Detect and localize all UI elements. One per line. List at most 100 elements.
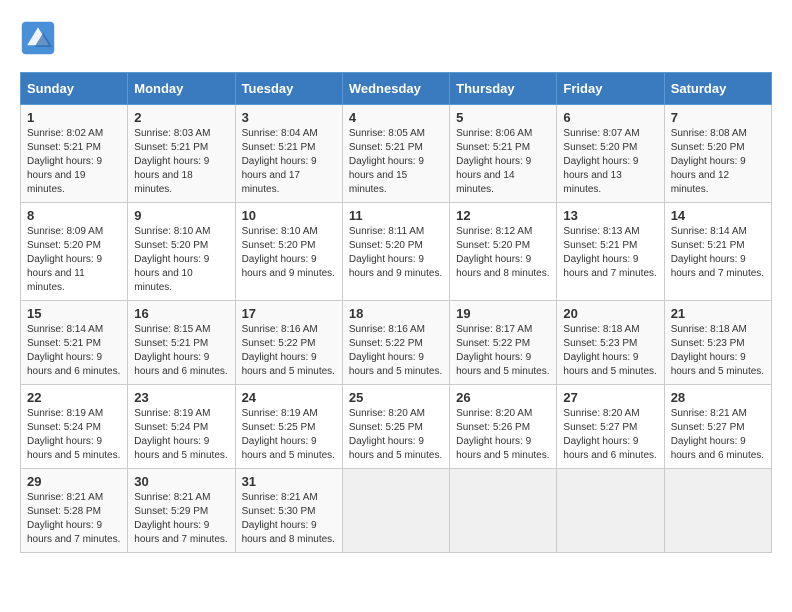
calendar-cell: 5 Sunrise: 8:06 AM Sunset: 5:21 PM Dayli…: [450, 105, 557, 203]
calendar-cell: 21 Sunrise: 8:18 AM Sunset: 5:23 PM Dayl…: [664, 301, 771, 385]
daylight-label: Daylight hours: 9 hours and 5 minutes.: [349, 436, 442, 461]
day-number: 17: [242, 306, 336, 321]
calendar-cell: 11 Sunrise: 8:11 AM Sunset: 5:20 PM Dayl…: [342, 203, 449, 301]
day-info: Sunrise: 8:21 AM Sunset: 5:27 PM Dayligh…: [671, 407, 765, 463]
sunset-label: Sunset: 5:29 PM: [134, 506, 208, 517]
sunrise-label: Sunrise: 8:19 AM: [134, 408, 210, 419]
calendar-cell: 17 Sunrise: 8:16 AM Sunset: 5:22 PM Dayl…: [235, 301, 342, 385]
sunset-label: Sunset: 5:20 PM: [27, 240, 101, 251]
daylight-label: Daylight hours: 9 hours and 5 minutes.: [27, 436, 120, 461]
day-number: 26: [456, 390, 550, 405]
sunset-label: Sunset: 5:20 PM: [671, 142, 745, 153]
calendar-cell: 18 Sunrise: 8:16 AM Sunset: 5:22 PM Dayl…: [342, 301, 449, 385]
calendar-cell: 3 Sunrise: 8:04 AM Sunset: 5:21 PM Dayli…: [235, 105, 342, 203]
calendar-cell: 27 Sunrise: 8:20 AM Sunset: 5:27 PM Dayl…: [557, 385, 664, 469]
day-number: 30: [134, 474, 228, 489]
daylight-label: Daylight hours: 9 hours and 5 minutes.: [671, 352, 764, 377]
sunrise-label: Sunrise: 8:16 AM: [349, 324, 425, 335]
day-number: 29: [27, 474, 121, 489]
header-friday: Friday: [557, 73, 664, 105]
calendar-cell: 4 Sunrise: 8:05 AM Sunset: 5:21 PM Dayli…: [342, 105, 449, 203]
sunset-label: Sunset: 5:20 PM: [563, 142, 637, 153]
daylight-label: Daylight hours: 9 hours and 10 minutes.: [134, 254, 209, 293]
sunset-label: Sunset: 5:20 PM: [349, 240, 423, 251]
day-info: Sunrise: 8:20 AM Sunset: 5:26 PM Dayligh…: [456, 407, 550, 463]
sunrise-label: Sunrise: 8:06 AM: [456, 128, 532, 139]
day-info: Sunrise: 8:07 AM Sunset: 5:20 PM Dayligh…: [563, 127, 657, 197]
daylight-label: Daylight hours: 9 hours and 5 minutes.: [563, 352, 656, 377]
sunrise-label: Sunrise: 8:02 AM: [27, 128, 103, 139]
calendar-cell: 15 Sunrise: 8:14 AM Sunset: 5:21 PM Dayl…: [21, 301, 128, 385]
day-info: Sunrise: 8:04 AM Sunset: 5:21 PM Dayligh…: [242, 127, 336, 197]
logo-icon: [20, 20, 56, 56]
sunset-label: Sunset: 5:30 PM: [242, 506, 316, 517]
day-info: Sunrise: 8:17 AM Sunset: 5:22 PM Dayligh…: [456, 323, 550, 379]
day-info: Sunrise: 8:16 AM Sunset: 5:22 PM Dayligh…: [242, 323, 336, 379]
header-thursday: Thursday: [450, 73, 557, 105]
calendar-body: 1 Sunrise: 8:02 AM Sunset: 5:21 PM Dayli…: [21, 105, 772, 553]
calendar-cell: 9 Sunrise: 8:10 AM Sunset: 5:20 PM Dayli…: [128, 203, 235, 301]
daylight-label: Daylight hours: 9 hours and 7 minutes.: [563, 254, 656, 279]
daylight-label: Daylight hours: 9 hours and 8 minutes.: [242, 520, 335, 545]
sunrise-label: Sunrise: 8:14 AM: [27, 324, 103, 335]
sunrise-label: Sunrise: 8:17 AM: [456, 324, 532, 335]
sunset-label: Sunset: 5:21 PM: [27, 338, 101, 349]
day-number: 27: [563, 390, 657, 405]
day-info: Sunrise: 8:05 AM Sunset: 5:21 PM Dayligh…: [349, 127, 443, 197]
sunrise-label: Sunrise: 8:20 AM: [563, 408, 639, 419]
daylight-label: Daylight hours: 9 hours and 9 minutes.: [242, 254, 335, 279]
day-number: 9: [134, 208, 228, 223]
sunset-label: Sunset: 5:20 PM: [134, 240, 208, 251]
calendar-week-3: 15 Sunrise: 8:14 AM Sunset: 5:21 PM Dayl…: [21, 301, 772, 385]
daylight-label: Daylight hours: 9 hours and 19 minutes.: [27, 156, 102, 195]
calendar-week-5: 29 Sunrise: 8:21 AM Sunset: 5:28 PM Dayl…: [21, 469, 772, 553]
calendar-cell: 26 Sunrise: 8:20 AM Sunset: 5:26 PM Dayl…: [450, 385, 557, 469]
sunrise-label: Sunrise: 8:14 AM: [671, 226, 747, 237]
day-number: 2: [134, 110, 228, 125]
day-info: Sunrise: 8:06 AM Sunset: 5:21 PM Dayligh…: [456, 127, 550, 197]
sunrise-label: Sunrise: 8:05 AM: [349, 128, 425, 139]
day-info: Sunrise: 8:09 AM Sunset: 5:20 PM Dayligh…: [27, 225, 121, 295]
page-header: [20, 20, 772, 56]
day-info: Sunrise: 8:10 AM Sunset: 5:20 PM Dayligh…: [134, 225, 228, 295]
day-number: 7: [671, 110, 765, 125]
daylight-label: Daylight hours: 9 hours and 5 minutes.: [456, 352, 549, 377]
calendar-cell: 10 Sunrise: 8:10 AM Sunset: 5:20 PM Dayl…: [235, 203, 342, 301]
day-info: Sunrise: 8:19 AM Sunset: 5:24 PM Dayligh…: [27, 407, 121, 463]
header-monday: Monday: [128, 73, 235, 105]
sunrise-label: Sunrise: 8:20 AM: [349, 408, 425, 419]
sunset-label: Sunset: 5:21 PM: [671, 240, 745, 251]
sunset-label: Sunset: 5:21 PM: [563, 240, 637, 251]
header-sunday: Sunday: [21, 73, 128, 105]
day-number: 24: [242, 390, 336, 405]
sunrise-label: Sunrise: 8:09 AM: [27, 226, 103, 237]
sunrise-label: Sunrise: 8:12 AM: [456, 226, 532, 237]
day-number: 15: [27, 306, 121, 321]
sunset-label: Sunset: 5:27 PM: [671, 422, 745, 433]
calendar-cell: 7 Sunrise: 8:08 AM Sunset: 5:20 PM Dayli…: [664, 105, 771, 203]
daylight-label: Daylight hours: 9 hours and 6 minutes.: [27, 352, 120, 377]
calendar-cell: [664, 469, 771, 553]
day-number: 23: [134, 390, 228, 405]
daylight-label: Daylight hours: 9 hours and 11 minutes.: [27, 254, 102, 293]
calendar-table: Sunday Monday Tuesday Wednesday Thursday…: [20, 72, 772, 553]
daylight-label: Daylight hours: 9 hours and 8 minutes.: [456, 254, 549, 279]
calendar-cell: 1 Sunrise: 8:02 AM Sunset: 5:21 PM Dayli…: [21, 105, 128, 203]
sunset-label: Sunset: 5:21 PM: [456, 142, 530, 153]
day-info: Sunrise: 8:14 AM Sunset: 5:21 PM Dayligh…: [27, 323, 121, 379]
day-number: 13: [563, 208, 657, 223]
calendar-cell: 2 Sunrise: 8:03 AM Sunset: 5:21 PM Dayli…: [128, 105, 235, 203]
sunrise-label: Sunrise: 8:21 AM: [27, 492, 103, 503]
sunset-label: Sunset: 5:22 PM: [456, 338, 530, 349]
sunrise-label: Sunrise: 8:08 AM: [671, 128, 747, 139]
day-info: Sunrise: 8:10 AM Sunset: 5:20 PM Dayligh…: [242, 225, 336, 281]
daylight-label: Daylight hours: 9 hours and 9 minutes.: [349, 254, 442, 279]
sunrise-label: Sunrise: 8:18 AM: [563, 324, 639, 335]
daylight-label: Daylight hours: 9 hours and 17 minutes.: [242, 156, 317, 195]
sunset-label: Sunset: 5:21 PM: [134, 142, 208, 153]
day-number: 6: [563, 110, 657, 125]
calendar-cell: 6 Sunrise: 8:07 AM Sunset: 5:20 PM Dayli…: [557, 105, 664, 203]
calendar-cell: 12 Sunrise: 8:12 AM Sunset: 5:20 PM Dayl…: [450, 203, 557, 301]
header-row: Sunday Monday Tuesday Wednesday Thursday…: [21, 73, 772, 105]
daylight-label: Daylight hours: 9 hours and 5 minutes.: [134, 436, 227, 461]
